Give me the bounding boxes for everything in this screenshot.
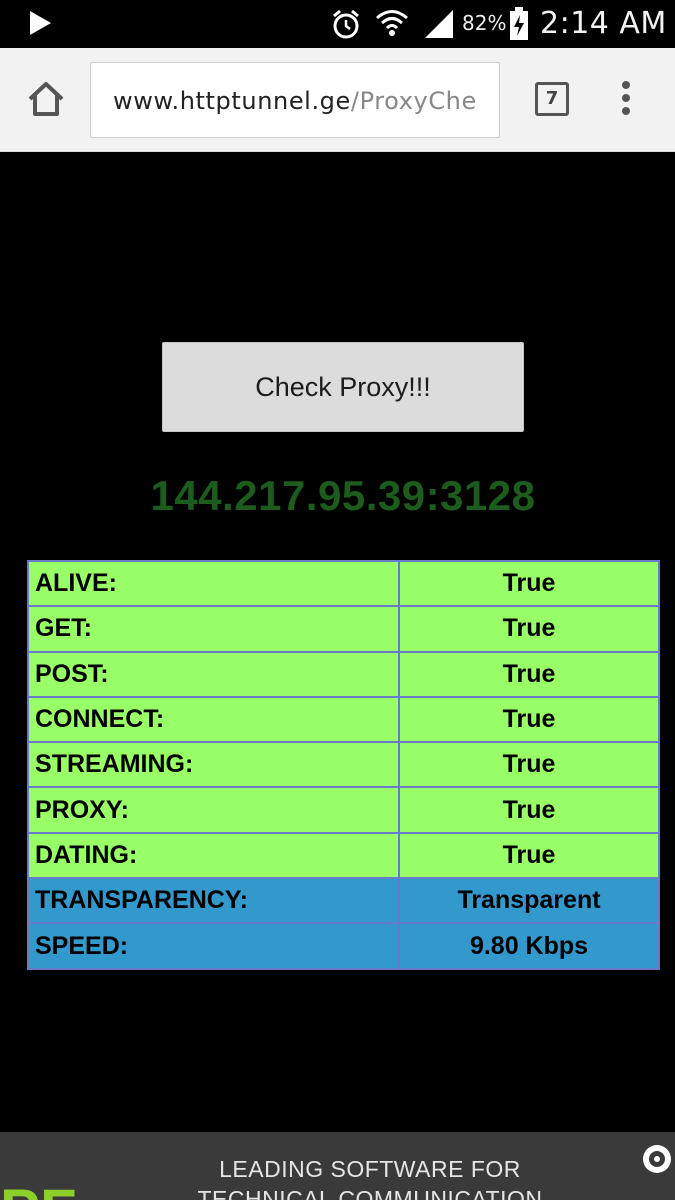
table-row: CONNECT: True [27, 695, 660, 744]
url-path: /ProxyChe [350, 87, 477, 115]
url-text: www.httptunnel.ge/ProxyChe [113, 87, 477, 115]
url-host: www.httptunnel.ge [113, 87, 351, 115]
table-row: POST: True [27, 650, 660, 698]
alarm-icon [331, 8, 361, 44]
table-row: SPEED: 9.80 Kbps [27, 922, 660, 970]
proxy-address: 144.217.95.39:3128 [150, 472, 536, 519]
ad-logo: PF [0, 1176, 77, 1200]
result-label: POST: [27, 650, 400, 698]
table-row: ALIVE: True [27, 559, 660, 608]
proxy-results-table: ALIVE: True GET: True POST: True CONNECT… [27, 559, 660, 970]
cell-signal-icon [423, 9, 455, 43]
battery-percent: 82% [462, 11, 507, 35]
battery-charging-icon [509, 7, 529, 45]
table-row: TRANSPARENCY: Transparent [27, 877, 660, 925]
result-label: DATING: [27, 831, 400, 880]
table-row: PROXY: True [27, 786, 660, 834]
address-bar[interactable]: www.httptunnel.ge/ProxyChe [90, 62, 500, 138]
table-row: STREAMING: True [27, 741, 660, 789]
ad-line-1: LEADING SOFTWARE FOR [219, 1156, 521, 1182]
home-icon[interactable] [26, 80, 66, 122]
result-label: STREAMING: [27, 741, 400, 789]
overflow-menu-icon[interactable] [620, 80, 632, 120]
result-value: True [398, 695, 660, 744]
ad-banner[interactable]: PF LEADING SOFTWARE FOR TECHNICAL COMMUN… [0, 1132, 675, 1200]
ad-choices-icon[interactable] [640, 1142, 674, 1180]
result-label: SPEED: [27, 922, 400, 970]
result-label: ALIVE: [27, 559, 400, 608]
ad-text: LEADING SOFTWARE FOR TECHNICAL COMMUNICA… [140, 1154, 600, 1200]
result-value: True [398, 831, 660, 880]
check-proxy-button[interactable]: Check Proxy!!! [162, 342, 524, 432]
result-value: True [398, 605, 660, 653]
table-row: GET: True [27, 605, 660, 653]
status-bar: 82% 2:14 AM [0, 0, 675, 48]
wifi-icon [375, 7, 409, 43]
clock: 2:14 AM [540, 6, 667, 41]
result-value: True [398, 786, 660, 834]
result-value: 9.80 Kbps [398, 922, 660, 970]
tab-switcher-button[interactable]: 7 [535, 82, 569, 116]
browser-toolbar: www.httptunnel.ge/ProxyChe 7 [0, 48, 675, 152]
result-label: PROXY: [27, 786, 400, 834]
result-value: True [398, 559, 660, 608]
result-value: True [398, 650, 660, 698]
table-row: DATING: True [27, 831, 660, 880]
result-value: True [398, 741, 660, 789]
play-store-notification-icon [28, 10, 52, 40]
result-label: GET: [27, 605, 400, 653]
result-label: CONNECT: [27, 695, 400, 744]
ad-line-2: TECHNICAL COMMUNICATION [197, 1186, 543, 1200]
result-label: TRANSPARENCY: [27, 877, 400, 925]
result-value: Transparent [398, 877, 660, 925]
